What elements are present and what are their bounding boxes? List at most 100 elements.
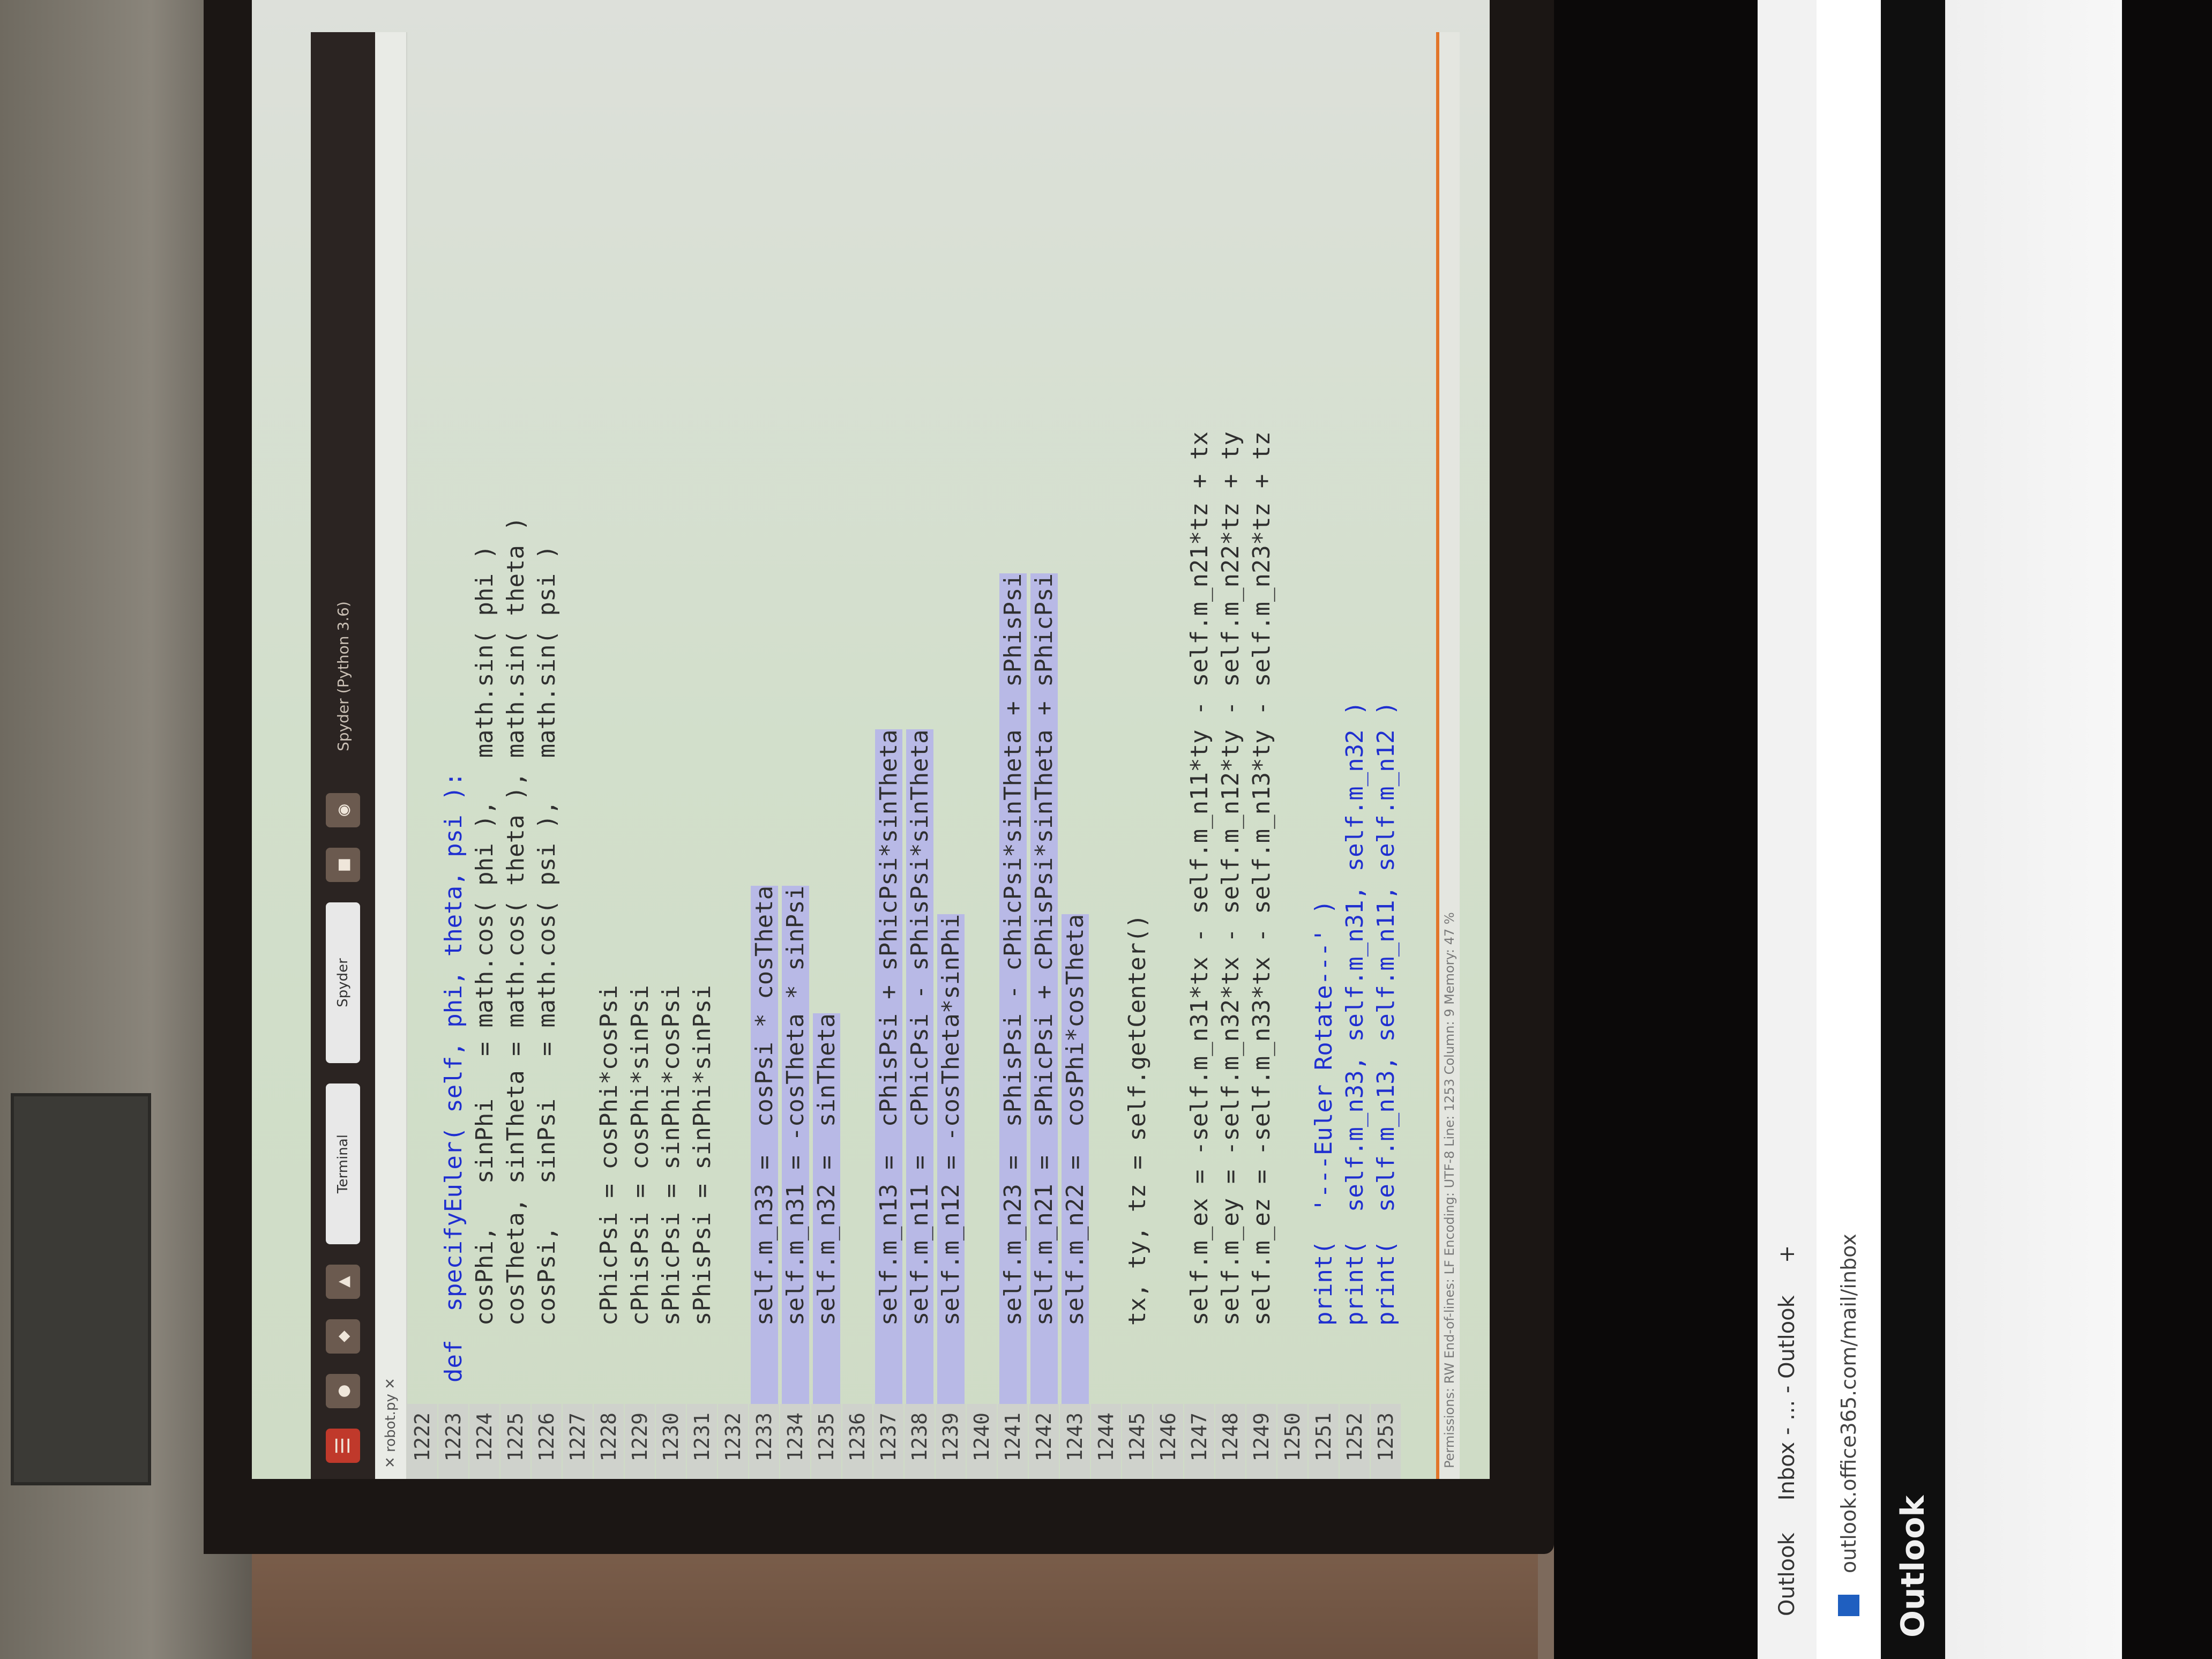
code-line[interactable]: 1231 sPhisPsi = sinPhi*sinPsi <box>687 32 717 1479</box>
code-text: print( '---Euler Rotate---' ) <box>1310 900 1337 1382</box>
code-line[interactable]: 1236 <box>842 32 872 1479</box>
app-icon-4[interactable]: ■ <box>326 848 360 882</box>
status-bar: Permissions: RW End-of-lines: LF Encodin… <box>1436 32 1460 1479</box>
code-text: self.m_n23 = sPhisPsi - cPhicPsi*sinThet… <box>999 573 1027 1404</box>
code-editor-window: ☰ ● ◆ ▲ Terminal Spyder ■ ◉ Spyder (Pyth… <box>311 32 1490 1479</box>
code-text: tx, ty, tz = self.getCenter() <box>1123 914 1151 1382</box>
browser-tab-inbox[interactable]: Inbox - ... - Outlook <box>1775 1295 1799 1500</box>
line-number: 1246 <box>1153 1404 1183 1479</box>
code-line[interactable]: 1223 def specifyEuler( self, phi, theta, … <box>438 32 468 1479</box>
code-text: self.m_n13 = cPhisPsi + sPhicPsi*sinThet… <box>875 729 902 1404</box>
taskbar-window-spyder[interactable]: Spyder <box>326 902 360 1063</box>
code-line[interactable]: 1240 <box>967 32 997 1479</box>
code-line[interactable]: 1246 <box>1153 32 1183 1479</box>
code-line[interactable]: 1243 self.m_n22 = cosPhi*cosTheta <box>1060 32 1090 1479</box>
menu-icon[interactable]: ☰ <box>326 1429 360 1463</box>
browser-tab-outlook[interactable]: Outlook <box>1775 1533 1799 1616</box>
code-text: print( self.m_n13, self.m_n11, self.m_n1… <box>1372 701 1400 1382</box>
line-number: 1252 <box>1340 1404 1370 1479</box>
code-area[interactable]: 1222 1223 def specifyEuler( self, phi, the… <box>407 32 1436 1479</box>
code-line[interactable]: 1228 cPhicPsi = cosPhi*cosPsi <box>594 32 624 1479</box>
line-number: 1241 <box>998 1404 1028 1479</box>
taskbar: ☰ ● ◆ ▲ Terminal Spyder ■ ◉ Spyder (Pyth… <box>311 32 375 1479</box>
app-header: Outlook <box>1881 0 1945 1659</box>
code-line[interactable]: 1237 self.m_n13 = cPhisPsi + sPhicPsi*si… <box>873 32 903 1479</box>
code-text: print( self.m_n33, self.m_n31, self.m_n3… <box>1341 701 1369 1382</box>
line-number: 1234 <box>780 1404 810 1479</box>
app-icon-5[interactable]: ◉ <box>326 793 360 827</box>
line-number: 1225 <box>500 1404 530 1479</box>
code-text: cosPhi, sinPhi = math.cos( phi ), math.s… <box>470 545 498 1382</box>
code-line[interactable]: 1248 self.m_ey = -self.m_n32*tx - self.m… <box>1215 32 1245 1479</box>
line-number: 1230 <box>656 1404 686 1479</box>
code-text: cosTheta, sinTheta = math.cos( theta ), … <box>502 517 529 1382</box>
code-line[interactable]: 1234 self.m_n31 = -cosTheta * sinPsi <box>780 32 810 1479</box>
code-text: sPhicPsi = sinPhi*cosPsi <box>657 985 685 1382</box>
code-text: self.m_ey = -self.m_n32*tx - self.m_n12*… <box>1216 431 1244 1382</box>
code-line[interactable]: 1224 cosPhi, sinPhi = math.cos( phi ), m… <box>469 32 499 1479</box>
line-number: 1240 <box>967 1404 997 1479</box>
code-text: sPhisPsi = sinPhi*sinPsi <box>688 985 716 1382</box>
line-number: 1227 <box>563 1404 593 1479</box>
code-line[interactable]: 1247 self.m_ex = -self.m_n31*tx - self.m… <box>1184 32 1214 1479</box>
code-text: cPhicPsi = cosPhi*cosPsi <box>595 985 623 1382</box>
line-number: 1223 <box>438 1404 468 1479</box>
code-line[interactable]: 1250 <box>1277 32 1307 1479</box>
editor-tab[interactable]: ✕ robot.py ✕ <box>383 1378 399 1468</box>
code-line[interactable]: 1253 print( self.m_n13, self.m_n11, self… <box>1371 32 1401 1479</box>
code-line[interactable]: 1252 print( self.m_n33, self.m_n31, self… <box>1340 32 1370 1479</box>
code-text: self.m_n11 = cPhicPsi - sPhisPsi*sinThet… <box>906 729 933 1404</box>
code-line[interactable]: 1225 cosTheta, sinTheta = math.cos( thet… <box>500 32 530 1479</box>
address-bar-url[interactable]: outlook.office365.com/mail/inbox <box>1837 1234 1860 1573</box>
code-line[interactable]: 1227 <box>563 32 593 1479</box>
line-number: 1248 <box>1215 1404 1245 1479</box>
line-number: 1238 <box>905 1404 935 1479</box>
code-line[interactable]: 1229 cPhisPsi = cosPhi*sinPsi <box>625 32 655 1479</box>
line-number: 1253 <box>1371 1404 1401 1479</box>
site-icon <box>1838 1595 1859 1616</box>
line-number: 1229 <box>625 1404 655 1479</box>
code-line[interactable]: 1226 cosPsi, sinPsi = math.cos( psi ), m… <box>532 32 562 1479</box>
code-text: self.m_n33 = cosPsi * cosTheta <box>750 885 778 1404</box>
code-line[interactable]: 1230 sPhicPsi = sinPhi*cosPsi <box>656 32 686 1479</box>
line-number: 1228 <box>594 1404 624 1479</box>
code-text: self.m_ex = -self.m_n31*tx - self.m_n11*… <box>1185 431 1213 1382</box>
line-number: 1250 <box>1277 1404 1307 1479</box>
code-line[interactable]: 1241 self.m_n23 = sPhisPsi - cPhicPsi*si… <box>998 32 1028 1479</box>
taskbar-window-terminal[interactable]: Terminal <box>326 1083 360 1244</box>
code-text: self.m_n21 = sPhicPsi + cPhisPsi*sinThet… <box>1030 573 1058 1404</box>
new-tab-button[interactable]: + <box>1775 1245 1799 1264</box>
line-number: 1232 <box>718 1404 748 1479</box>
line-number: 1247 <box>1184 1404 1214 1479</box>
line-number: 1245 <box>1122 1404 1152 1479</box>
code-line[interactable]: 1233 self.m_n33 = cosPsi * cosTheta <box>749 32 779 1479</box>
line-number: 1249 <box>1246 1404 1276 1479</box>
app-icon-2[interactable]: ◆ <box>326 1319 360 1354</box>
code-line[interactable]: 1249 self.m_ez = -self.m_n33*tx - self.m… <box>1246 32 1276 1479</box>
code-text: self.m_n31 = -cosTheta * sinPsi <box>781 885 809 1404</box>
line-number: 1231 <box>687 1404 717 1479</box>
code-text: cPhisPsi = cosPhi*sinPsi <box>626 985 654 1382</box>
code-line[interactable]: 1245 tx, ty, tz = self.getCenter() <box>1122 32 1152 1479</box>
line-number: 1244 <box>1091 1404 1121 1479</box>
code-line[interactable]: 1222 <box>407 32 437 1479</box>
code-line[interactable]: 1251 print( '---Euler Rotate---' ) <box>1309 32 1339 1479</box>
line-number: 1235 <box>811 1404 841 1479</box>
code-line[interactable]: 1239 self.m_n12 = -cosTheta*sinPhi <box>936 32 966 1479</box>
address-bar[interactable]: outlook.office365.com/mail/inbox <box>1817 0 1881 1659</box>
browser-window: Outlook Inbox - ... - Outlook + outlook.… <box>1758 0 2122 1659</box>
app-icon-3[interactable]: ▲ <box>326 1265 360 1299</box>
code-text: cosPsi, sinPsi = math.cos( psi ), math.s… <box>533 545 561 1382</box>
code-line[interactable]: 1235 self.m_n32 = sinTheta <box>811 32 841 1479</box>
status-text: Permissions: RW End-of-lines: LF Encodin… <box>1442 912 1457 1468</box>
code-line[interactable]: 1244 <box>1091 32 1121 1479</box>
code-text: self.m_n12 = -cosTheta*sinPhi <box>937 914 965 1404</box>
code-line[interactable]: 1238 self.m_n11 = cPhicPsi - sPhisPsi*si… <box>905 32 935 1479</box>
main-screen: ☰ ● ◆ ▲ Terminal Spyder ■ ◉ Spyder (Pyth… <box>252 0 1490 1479</box>
code-text: def specifyEuler( self, phi, theta, psi … <box>439 772 467 1382</box>
line-number: 1239 <box>936 1404 966 1479</box>
line-number: 1243 <box>1060 1404 1090 1479</box>
code-line[interactable]: 1232 <box>718 32 748 1479</box>
app-icon-1[interactable]: ● <box>326 1374 360 1408</box>
code-line[interactable]: 1242 self.m_n21 = sPhicPsi + cPhisPsi*si… <box>1029 32 1059 1479</box>
